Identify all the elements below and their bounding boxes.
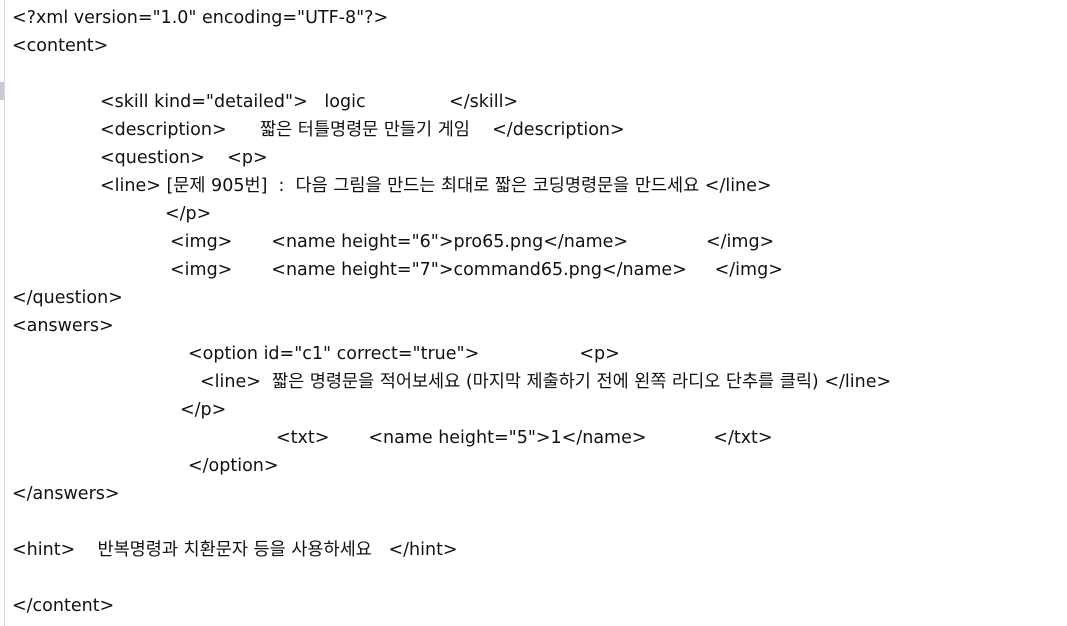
hint-line: <hint> 반복명령과 치환문자 등을 사용하세요 </hint> (12, 540, 458, 560)
editor-margin-marker (0, 82, 4, 100)
paragraph-close-line: </p> (165, 204, 212, 224)
question-close-line: </question> (12, 288, 123, 308)
xml-declaration-line: <?xml version="1.0" encoding="UTF-8"?> (12, 8, 389, 28)
question-open-line: <question> <p> (100, 148, 268, 168)
image-line-1: <img> <name height="6">pro65.png</name> … (170, 232, 775, 252)
content-close-line: </content> (12, 596, 115, 616)
editor-left-border (4, 0, 5, 626)
text-editor[interactable]: <?xml version="1.0" encoding="UTF-8"?> <… (0, 0, 1067, 626)
option-close-line: </option> (188, 456, 279, 476)
answers-open-line: <answers> (12, 316, 114, 336)
answers-close-line: </answers> (12, 484, 120, 504)
option-paragraph-close-line: </p> (180, 400, 227, 420)
option-text-line: <line> 짧은 명령문을 적어보세요 (마지막 제출하기 전에 왼쪽 라디오… (200, 372, 892, 392)
description-line: <description> 짧은 터틀명령문 만들기 게임 </descript… (100, 120, 625, 140)
option-open-line: <option id="c1" correct="true"> <p> (188, 344, 620, 364)
txt-line: <txt> <name height="5">1</name> </txt> (276, 428, 773, 448)
image-line-2: <img> <name height="7">command65.png</na… (170, 260, 783, 280)
content-open-line: <content> (12, 36, 109, 56)
skill-line: <skill kind="detailed"> logic </skill> (100, 92, 519, 112)
question-text-line: <line> [문제 905번] : 다음 그림을 만드는 최대로 짧은 코딩명… (100, 176, 772, 196)
